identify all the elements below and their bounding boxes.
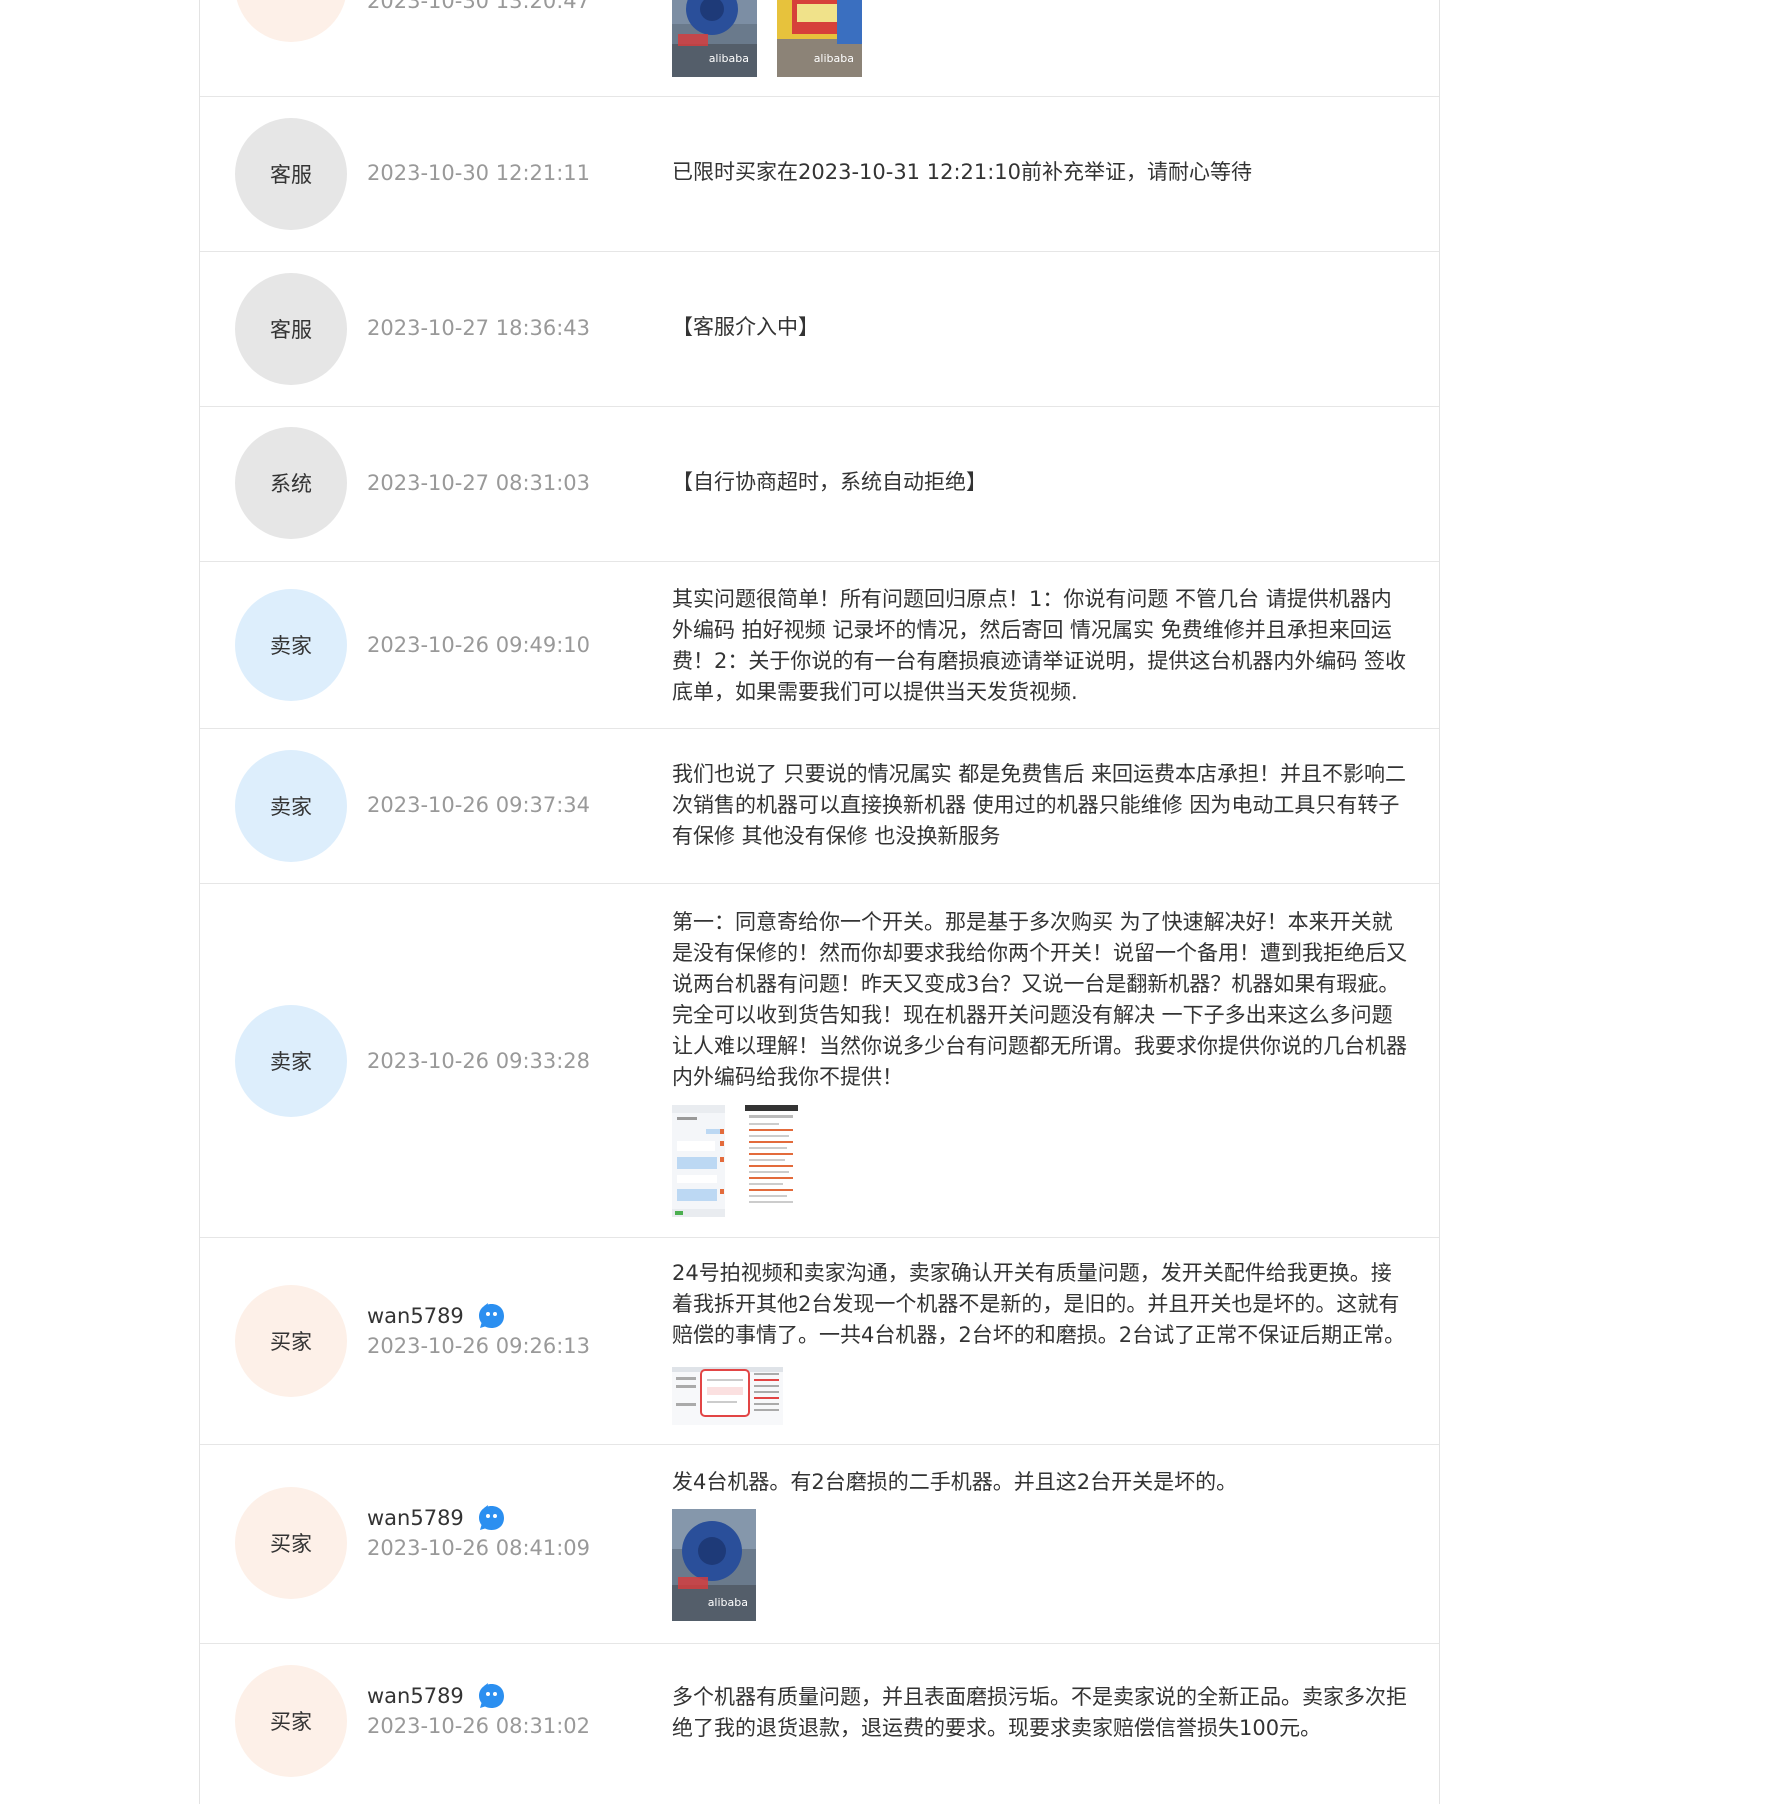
timestamp: 2023-10-26 09:49:10 — [367, 633, 591, 657]
avatar: 买家 — [235, 0, 347, 42]
history-entry: 买家 wan5789 2023-10-26 09:26:13 24号拍视频和卖家… — [200, 1238, 1439, 1445]
entry-meta: wan5789 2023-10-26 09:26:13 — [367, 1301, 607, 1361]
timestamp: 2023-10-30 12:21:11 — [367, 161, 591, 185]
entry-text: 【自行协商超时，系统自动拒绝】 — [672, 470, 987, 494]
watermark: alibaba — [813, 52, 854, 65]
timestamp: 2023-10-26 08:31:02 — [367, 1714, 591, 1738]
entry-text: 多个机器有质量问题，并且表面磨损污垢。不是卖家说的全新正品。卖家多次拒绝了我的退… — [672, 1685, 1407, 1740]
evidence-thumbnail[interactable]: alibaba — [777, 0, 862, 77]
evidence-images: alibaba — [672, 1509, 1412, 1621]
entry-text: 发4台机器。有2台磨损的二手机器。并且这2台开关是坏的。 — [672, 1470, 1238, 1494]
username[interactable]: wan5789 — [367, 1304, 464, 1328]
avatar: 买家 — [235, 1665, 347, 1777]
evidence-images — [672, 1105, 1412, 1217]
evidence-images: alibaba alibaba — [672, 0, 1412, 77]
avatar: 客服 — [235, 273, 347, 385]
wangwang-chat-icon[interactable] — [477, 1504, 506, 1533]
entry-content: 已限时买家在2023-10-31 12:21:10前补充举证，请耐心等待 — [672, 157, 1412, 188]
history-entry: 买家 wan5789 2023-10-26 08:31:02 多个机器有质量问题… — [200, 1644, 1439, 1804]
timestamp: 2023-10-27 08:31:03 — [367, 471, 591, 495]
negotiation-history-panel: 买家 2023-10-30 13:20:47 alibaba — [199, 0, 1440, 1804]
evidence-thumbnail[interactable] — [672, 1367, 783, 1425]
username[interactable]: wan5789 — [367, 1506, 464, 1530]
timestamp: 2023-10-26 09:37:34 — [367, 793, 591, 817]
entry-meta: wan5789 2023-10-26 08:41:09 — [367, 1503, 607, 1563]
entry-text: 其实问题很简单！所有问题回归原点！1：你说有问题 不管几台 请提供机器内外编码 … — [672, 587, 1407, 704]
history-entry: 卖家 2023-10-26 09:33:28 第一：同意寄给你一个开关。那是基于… — [200, 884, 1439, 1238]
avatar: 卖家 — [235, 1005, 347, 1117]
evidence-thumbnail[interactable] — [672, 1105, 725, 1217]
username-line: wan5789 — [367, 1681, 607, 1711]
entry-content: 【自行协商超时，系统自动拒绝】 — [672, 467, 1412, 498]
wangwang-chat-icon[interactable] — [477, 1682, 506, 1711]
entry-text: 已限时买家在2023-10-31 12:21:10前补充举证，请耐心等待 — [672, 160, 1253, 184]
entry-text: 我们也说了 只要说的情况属实 都是免费售后 来回运费本店承担！并且不影响二次销售… — [672, 762, 1407, 848]
entry-meta: 2023-10-26 09:33:28 — [367, 1046, 607, 1076]
entry-meta: 2023-10-27 08:31:03 — [367, 468, 607, 498]
evidence-thumbnail[interactable]: alibaba — [672, 1509, 756, 1621]
entry-meta: 2023-10-30 13:20:47 — [367, 0, 607, 16]
timestamp: 2023-10-26 09:26:13 — [367, 1334, 591, 1358]
entry-content: 其实问题很简单！所有问题回归原点！1：你说有问题 不管几台 请提供机器内外编码 … — [672, 584, 1412, 708]
history-entry: 系统 2023-10-27 08:31:03 【自行协商超时，系统自动拒绝】 — [200, 407, 1439, 562]
avatar: 买家 — [235, 1285, 347, 1397]
history-entry: 卖家 2023-10-26 09:49:10 其实问题很简单！所有问题回归原点！… — [200, 562, 1439, 729]
username-line: wan5789 — [367, 1301, 607, 1331]
entry-text: 24号拍视频和卖家沟通，卖家确认开关有质量问题，发开关配件给我更换。接着我拆开其… — [672, 1261, 1406, 1347]
history-entry: 客服 2023-10-30 12:21:11 已限时买家在2023-10-31 … — [200, 97, 1439, 252]
entry-content: 我们也说了 只要说的情况属实 都是免费售后 来回运费本店承担！并且不影响二次销售… — [672, 759, 1412, 852]
evidence-images — [672, 1367, 1412, 1425]
timestamp: 2023-10-30 13:20:47 — [367, 0, 591, 13]
entry-content: 【客服介入中】 — [672, 312, 1412, 343]
username-line: wan5789 — [367, 1503, 607, 1533]
entry-meta: 2023-10-26 09:49:10 — [367, 630, 607, 660]
username[interactable]: wan5789 — [367, 1684, 464, 1708]
history-entry: 卖家 2023-10-26 09:37:34 我们也说了 只要说的情况属实 都是… — [200, 729, 1439, 884]
entry-content: 第一：同意寄给你一个开关。那是基于多次购买 为了快速解决好！本来开关就是没有保修… — [672, 907, 1412, 1217]
entry-meta: wan5789 2023-10-26 08:31:02 — [367, 1681, 607, 1741]
evidence-thumbnail[interactable]: alibaba — [672, 0, 757, 77]
timestamp: 2023-10-26 09:33:28 — [367, 1049, 591, 1073]
avatar: 卖家 — [235, 589, 347, 701]
timestamp: 2023-10-26 08:41:09 — [367, 1536, 591, 1560]
entry-content: 24号拍视频和卖家沟通，卖家确认开关有质量问题，发开关配件给我更换。接着我拆开其… — [672, 1258, 1412, 1425]
history-entry: 客服 2023-10-27 18:36:43 【客服介入中】 — [200, 252, 1439, 407]
entry-content: alibaba alibaba — [672, 0, 1412, 77]
history-entry: 买家 2023-10-30 13:20:47 alibaba — [200, 0, 1439, 97]
entry-meta: 2023-10-27 18:36:43 — [367, 313, 607, 343]
wangwang-chat-icon[interactable] — [477, 1302, 506, 1331]
entry-text: 【客服介入中】 — [672, 315, 819, 339]
entry-meta: 2023-10-30 12:21:11 — [367, 158, 607, 188]
avatar: 系统 — [235, 427, 347, 539]
entry-text: 第一：同意寄给你一个开关。那是基于多次购买 为了快速解决好！本来开关就是没有保修… — [672, 910, 1407, 1089]
avatar: 卖家 — [235, 750, 347, 862]
watermark: alibaba — [707, 1596, 748, 1609]
avatar: 买家 — [235, 1487, 347, 1599]
timestamp: 2023-10-27 18:36:43 — [367, 316, 591, 340]
evidence-thumbnail[interactable] — [745, 1105, 798, 1217]
entry-meta: 2023-10-26 09:37:34 — [367, 790, 607, 820]
entry-content: 多个机器有质量问题，并且表面磨损污垢。不是卖家说的全新正品。卖家多次拒绝了我的退… — [672, 1682, 1412, 1744]
history-entry: 买家 wan5789 2023-10-26 08:41:09 发4台机器。有2台… — [200, 1445, 1439, 1644]
avatar: 客服 — [235, 118, 347, 230]
entry-content: 发4台机器。有2台磨损的二手机器。并且这2台开关是坏的。 alibaba — [672, 1467, 1412, 1621]
watermark: alibaba — [708, 52, 749, 65]
